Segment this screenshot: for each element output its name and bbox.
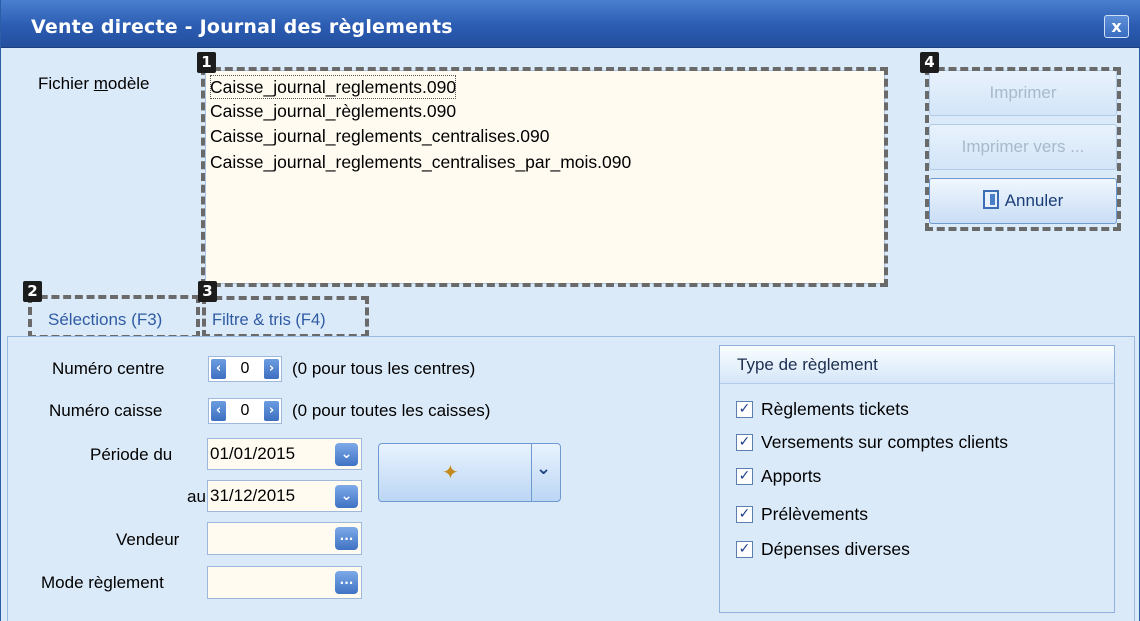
ellipsis-icon[interactable]: ... bbox=[335, 527, 358, 550]
payment-mode-label: Mode règlement bbox=[41, 573, 164, 592]
payment-type-header: Type de règlement bbox=[720, 346, 1114, 384]
period-to-date-field[interactable]: 31/12/2015 ⌄ bbox=[207, 480, 362, 512]
close-icon: x bbox=[1111, 17, 1122, 36]
ellipsis-icon[interactable]: ... bbox=[335, 571, 358, 594]
check-icon[interactable]: ✓ bbox=[736, 401, 753, 418]
vendor-field[interactable]: ... bbox=[207, 522, 362, 555]
payment-type-label: Versements sur comptes clients bbox=[761, 432, 1009, 452]
highlight-outline-4 bbox=[925, 67, 1121, 231]
magic-wand-icon: ✦ bbox=[442, 460, 459, 484]
chevron-down-icon[interactable]: ⌄ bbox=[536, 458, 551, 479]
centre-number-stepper[interactable]: ‹ 0 › bbox=[208, 356, 282, 382]
chevron-right-icon[interactable]: › bbox=[264, 359, 279, 379]
centre-number-label: Numéro centre bbox=[52, 359, 165, 378]
payment-type-label: Prélèvements bbox=[761, 504, 868, 524]
window-title: Vente directe - Journal des règlements bbox=[31, 16, 453, 38]
callout-marker-1: 1 bbox=[197, 52, 216, 73]
period-from-label: Période du bbox=[90, 445, 173, 464]
chevron-right-icon[interactable]: › bbox=[264, 401, 279, 421]
period-to-label: au bbox=[187, 487, 206, 506]
vendor-label: Vendeur bbox=[116, 530, 180, 549]
highlight-outline-3 bbox=[202, 296, 369, 338]
check-icon[interactable]: ✓ bbox=[736, 541, 753, 558]
payment-type-label: Apports bbox=[761, 466, 822, 486]
chevron-down-icon[interactable]: ⌄ bbox=[335, 443, 358, 466]
highlight-outline-1 bbox=[201, 67, 888, 287]
check-icon[interactable]: ✓ bbox=[736, 506, 753, 523]
callout-marker-4: 4 bbox=[920, 52, 939, 73]
period-preset-split-button[interactable]: ✦ ⌄ bbox=[378, 443, 561, 502]
model-file-label: Fichier modèle bbox=[38, 74, 150, 93]
register-number-hint: (0 pour toutes les caisses) bbox=[292, 401, 491, 420]
payment-type-label: Règlements tickets bbox=[761, 399, 909, 419]
payment-type-group: Type de règlement ✓ Règlements tickets ✓… bbox=[719, 345, 1115, 613]
period-from-value[interactable]: 01/01/2015 bbox=[210, 444, 295, 464]
check-icon[interactable]: ✓ bbox=[736, 434, 753, 451]
chevron-left-icon[interactable]: ‹ bbox=[211, 401, 226, 421]
register-number-stepper[interactable]: ‹ 0 › bbox=[208, 398, 282, 424]
period-from-date-field[interactable]: 01/01/2015 ⌄ bbox=[207, 438, 362, 470]
register-number-value[interactable]: 0 bbox=[227, 399, 263, 423]
chevron-left-icon[interactable]: ‹ bbox=[211, 359, 226, 379]
callout-marker-3: 3 bbox=[198, 281, 217, 302]
chevron-down-icon[interactable]: ⌄ bbox=[335, 485, 358, 508]
period-to-value[interactable]: 31/12/2015 bbox=[210, 486, 295, 506]
dialog-window: Vente directe - Journal des règlements x… bbox=[0, 0, 1140, 621]
title-bar[interactable]: Vente directe - Journal des règlements x bbox=[1, 0, 1140, 48]
centre-number-value[interactable]: 0 bbox=[227, 357, 263, 381]
check-icon[interactable]: ✓ bbox=[736, 468, 753, 485]
highlight-outline-2 bbox=[28, 295, 200, 339]
payment-type-title: Type de règlement bbox=[737, 355, 878, 374]
callout-marker-2: 2 bbox=[23, 281, 42, 302]
centre-number-hint: (0 pour tous les centres) bbox=[292, 359, 476, 378]
payment-type-label: Dépenses diverses bbox=[761, 539, 910, 559]
payment-mode-field[interactable]: ... bbox=[207, 566, 362, 599]
register-number-label: Numéro caisse bbox=[49, 401, 163, 420]
close-button[interactable]: x bbox=[1104, 15, 1129, 38]
split-divider bbox=[531, 444, 532, 501]
